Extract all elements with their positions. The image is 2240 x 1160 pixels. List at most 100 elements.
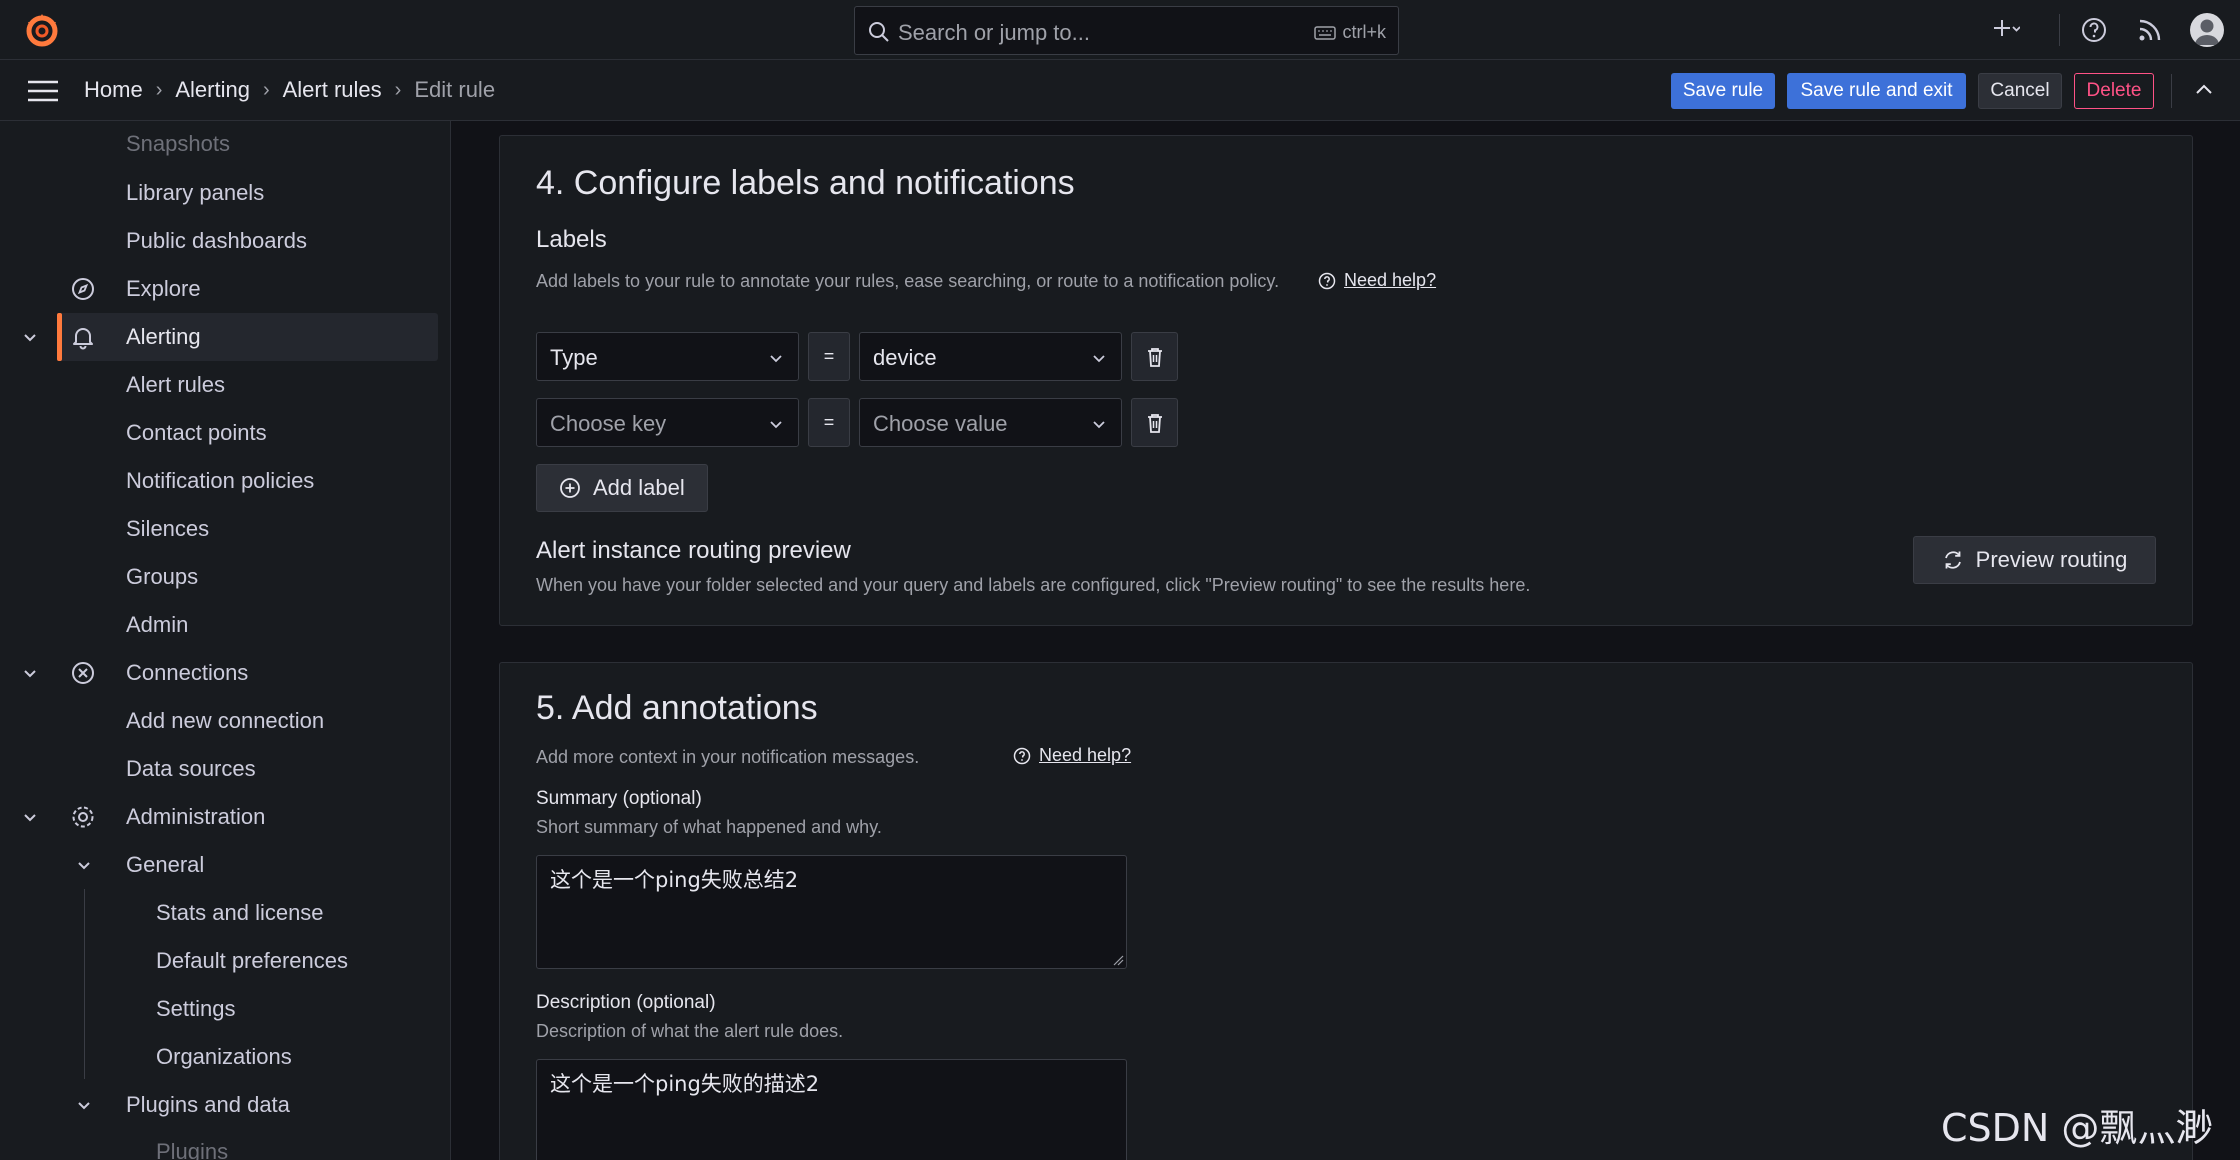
keyboard-icon [1314,25,1337,40]
search-input[interactable]: Search or jump to... ctrl+k [854,6,1399,55]
sidebar-item-label: Silences [126,516,210,541]
sidebar-item-snapshots[interactable]: Snapshots [0,121,450,169]
sidebar-item-label: Plugins [156,1139,229,1160]
cancel-button[interactable]: Cancel [1978,73,2062,109]
watermark: CSDN @飘灬渺 [1941,1106,2214,1150]
label-value-select[interactable]: Choose value [859,398,1122,447]
sidebar-item-label: Groups [126,564,199,589]
label-operator: = [808,332,850,381]
user-avatar[interactable] [2190,13,2224,47]
preview-routing-button[interactable]: Preview routing [1913,536,2156,584]
menu-icon[interactable] [27,78,59,104]
breadcrumb-alert-rules[interactable]: Alert rules [283,77,382,103]
sidebar-item-plugins[interactable]: Plugins [0,1129,450,1160]
connections-icon [72,662,94,684]
sidebar-item-public-dashboards[interactable]: Public dashboards [0,217,450,265]
search-shortcut-text: ctrl+k [1342,22,1386,42]
label-key-select[interactable]: Choose key [536,398,799,447]
active-item-background [57,313,438,361]
resize-grip-icon[interactable] [1112,954,1124,966]
sidebar-item-administration[interactable]: Administration [0,793,450,841]
sidebar-item-settings[interactable]: Settings [0,985,450,1033]
gear-icon [72,806,94,828]
trash-icon [1147,347,1162,367]
chevron-right-icon: › [262,78,270,101]
sidebar-item-explore[interactable]: Explore [0,265,450,313]
annotations-help-link[interactable]: Need help? [1013,745,1131,766]
sidebar-item-connections[interactable]: Connections [0,649,450,697]
label-value-value: device [873,345,937,370]
sidebar-item-label: Default preferences [156,948,348,973]
remove-label-button[interactable] [1131,332,1178,381]
sidebar-item-alert-rules[interactable]: Alert rules [0,361,450,409]
chevron-down-icon[interactable] [74,1095,94,1115]
annotations-description: Add more context in your notification me… [536,747,920,767]
description-textarea[interactable]: 这个是一个ping失败的描述2 [536,1059,1127,1160]
label-key-select[interactable]: Type [536,332,799,381]
routing-preview-description: When you have your folder selected and y… [536,575,1531,595]
label-value-placeholder: Choose value [873,411,1008,436]
chevron-down-icon[interactable] [20,807,40,827]
sidebar-item-groups[interactable]: Groups [0,553,450,601]
delete-button[interactable]: Delete [2074,73,2154,109]
top-bar: Search or jump to... ctrl+k [0,0,2240,60]
summary-description: Short summary of what happened and why. [536,817,882,837]
help-icon [1013,747,1031,764]
chevron-right-icon: › [394,78,402,101]
breadcrumb-bar: Home › Alerting › Alert rules › Edit rul… [0,60,2240,121]
chevron-up-icon[interactable] [2192,78,2216,102]
sidebar-item-stats-and-license[interactable]: Stats and license [0,889,450,937]
sidebar-item-plugins-and-data[interactable]: Plugins and data [0,1081,450,1129]
breadcrumb-alerting[interactable]: Alerting [175,77,250,103]
active-item-indicator [57,313,62,361]
chevron-down-icon[interactable] [20,663,40,683]
news-feed-icon[interactable] [2136,16,2164,44]
sidebar-item-notification-policies[interactable]: Notification policies [0,457,450,505]
sidebar-item-label: Public dashboards [126,228,308,253]
sidebar-item-label: Library panels [126,180,265,205]
sidebar-item-label: Alert rules [126,372,226,397]
sidebar-nav: Snapshots Library panels Public dashboar… [0,121,451,1160]
chevron-down-icon[interactable] [74,855,94,875]
chevron-down-icon [1093,421,1105,429]
plus-circle-icon [560,478,580,498]
sidebar-item-data-sources[interactable]: Data sources [0,745,450,793]
sidebar-item-general[interactable]: General [0,841,450,889]
description-value: 这个是一个ping失败的描述2 [550,1072,820,1096]
grafana-logo-icon[interactable] [24,12,60,48]
sidebar-item-library-panels[interactable]: Library panels [0,169,450,217]
labels-help-link[interactable]: Need help? [1318,270,1436,291]
section-title: 4. Configure labels and notifications [536,164,1075,202]
sidebar-item-default-preferences[interactable]: Default preferences [0,937,450,985]
breadcrumb-home[interactable]: Home [84,77,143,103]
sidebar-item-label: Alerting [126,324,201,349]
sidebar-item-admin[interactable]: Admin [0,601,450,649]
breadcrumb-edit-rule: Edit rule [414,77,496,102]
label-value-select[interactable]: device [859,332,1122,381]
add-label-button[interactable]: Add label [536,464,708,512]
section-title: 5. Add annotations [536,689,818,727]
sidebar-item-contact-points[interactable]: Contact points [0,409,450,457]
chevron-right-icon: › [155,78,163,101]
plus-icon[interactable] [1992,16,2020,44]
chevron-down-icon[interactable] [20,327,40,347]
chevron-down-icon [770,355,782,363]
description-description: Description of what the alert rule does. [536,1021,844,1041]
labels-description: Add labels to your rule to annotate your… [536,271,1280,291]
summary-textarea[interactable]: 这个是一个ping失败总结2 [536,855,1127,969]
compass-icon [72,278,94,300]
sidebar-item-alerting[interactable]: Alerting [0,313,450,361]
bell-icon [73,328,93,350]
user-icon [2195,19,2219,45]
label-key-value: Type [550,345,598,370]
remove-label-button[interactable] [1131,398,1178,447]
save-rule-and-exit-button[interactable]: Save rule and exit [1787,73,1966,109]
help-icon[interactable] [2080,16,2108,44]
sidebar-item-silences[interactable]: Silences [0,505,450,553]
save-rule-button[interactable]: Save rule [1671,73,1775,109]
sidebar-item-organizations[interactable]: Organizations [0,1033,450,1081]
summary-value: 这个是一个ping失败总结2 [550,868,799,892]
search-shortcut: ctrl+k [1314,22,1386,43]
sidebar-item-label: General [126,852,205,877]
sidebar-item-add-new-connection[interactable]: Add new connection [0,697,450,745]
